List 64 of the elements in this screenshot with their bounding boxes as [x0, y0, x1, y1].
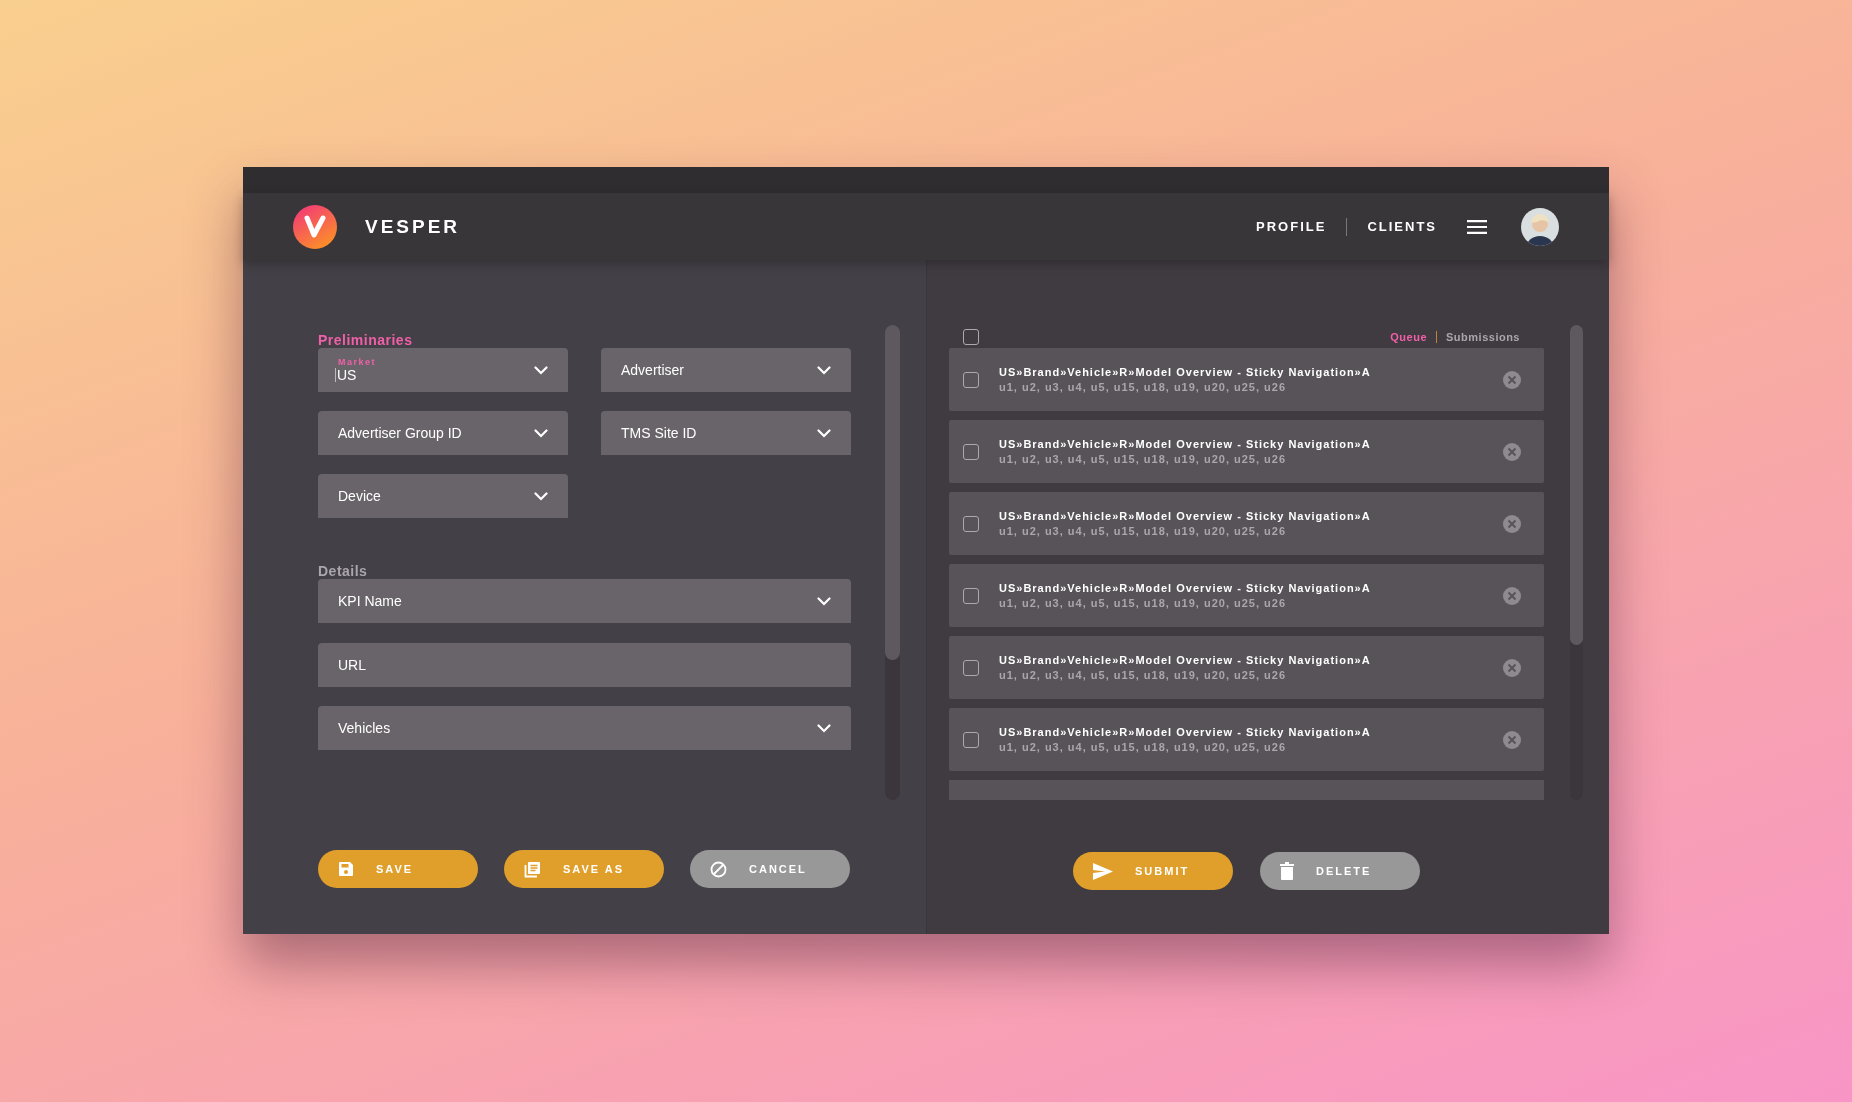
dropdown-field[interactable]: Advertiser	[601, 348, 851, 392]
dropdown-field[interactable]: Market US	[318, 348, 568, 392]
queue-item[interactable]: US»Brand»Vehicle»R»Model Overview - Sticky Navigation»A u1, u2, u3, u4, u5, u15, u18, u19, u20, u25, u26	[949, 348, 1544, 411]
logo-icon	[293, 204, 337, 249]
field-label: Market	[338, 357, 377, 367]
cancel-icon	[710, 860, 727, 878]
remove-icon[interactable]	[1502, 585, 1522, 606]
remove-icon[interactable]	[1502, 441, 1522, 462]
dropdown-field[interactable]: Advertiser Group ID	[318, 411, 568, 455]
chevron-down-icon	[817, 723, 831, 733]
dropdown-field[interactable]: Device	[318, 474, 568, 518]
text-field[interactable]: URL	[318, 643, 851, 687]
item-title: US»Brand»Vehicle»R»Model Overview - Sticky Navigation»A	[999, 510, 1372, 522]
select-all-checkbox[interactable]	[963, 328, 979, 345]
dropdown-field[interactable]: Vehicles	[318, 706, 851, 750]
chevron-down-icon	[817, 428, 831, 438]
item-tags: u1, u2, u3, u4, u5, u15, u18, u19, u20, u25, u26	[999, 597, 1502, 609]
chevron-down-icon	[817, 365, 831, 375]
chevron-down-icon	[817, 596, 831, 606]
item-title: US»Brand»Vehicle»R»Model Overview - Sticky Navigation»A	[999, 654, 1372, 666]
queue-item[interactable]: US»Brand»Vehicle»R»Model Overview - Sticky Navigation»A u1, u2, u3, u4, u5, u15, u18, u19, u20, u25, u26	[949, 708, 1544, 771]
nav-link[interactable]: PROFILE	[1256, 219, 1327, 234]
item-tags: u1, u2, u3, u4, u5, u15, u18, u19, u20, u25, u26	[999, 453, 1502, 465]
remove-icon[interactable]	[1502, 513, 1522, 534]
tab[interactable]: Submissions	[1446, 330, 1520, 343]
dropdown-field[interactable]: KPI Name	[318, 579, 851, 623]
nav-link[interactable]: CLIENTS	[1367, 219, 1437, 234]
dropdown-field[interactable]: TMS Site ID	[601, 411, 851, 455]
remove-icon[interactable]	[1502, 369, 1522, 390]
queue-item[interactable]: US»Brand»Vehicle»R»Model Overview - Sticky Navigation»A u1, u2, u3, u4, u5, u15, u18, u19, u20, u25, u26	[949, 492, 1544, 555]
menu-icon[interactable]	[1467, 219, 1487, 234]
checkbox[interactable]	[963, 515, 979, 532]
chevron-down-icon	[534, 365, 548, 375]
scrollbar[interactable]	[1570, 325, 1583, 800]
app-name: VESPER	[365, 215, 461, 238]
item-tags: u1, u2, u3, u4, u5, u15, u18, u19, u20, u25, u26	[999, 669, 1502, 681]
checkbox[interactable]	[963, 587, 979, 604]
scrollbar[interactable]	[885, 325, 900, 800]
item-title: US»Brand»Vehicle»R»Model Overview - Sticky Navigation»A	[999, 726, 1372, 738]
avatar-icon[interactable]	[1521, 207, 1559, 246]
remove-icon[interactable]	[1502, 657, 1522, 678]
documents-icon	[524, 860, 541, 878]
queue-item[interactable]: US»Brand»Vehicle»R»Model Overview - Sticky Navigation»A u1, u2, u3, u4, u5, u15, u18, u19, u20, u25, u26	[949, 564, 1544, 627]
checkbox[interactable]	[963, 731, 979, 748]
checkbox[interactable]	[963, 443, 979, 460]
section-title: Preliminaries	[318, 331, 414, 348]
item-title: US»Brand»Vehicle»R»Model Overview - Sticky Navigation»A	[999, 582, 1372, 594]
item-tags: u1, u2, u3, u4, u5, u15, u18, u19, u20, u25, u26	[999, 741, 1502, 753]
item-tags: u1, u2, u3, u4, u5, u15, u18, u19, u20, u25, u26	[999, 525, 1502, 537]
tab[interactable]: Queue	[1390, 330, 1428, 343]
item-title: US»Brand»Vehicle»R»Model Overview - Sticky Navigation»A	[999, 366, 1372, 378]
section-title: Details	[318, 562, 369, 579]
chevron-down-icon	[534, 491, 548, 501]
item-title: US»Brand»Vehicle»R»Model Overview - Sticky Navigation»A	[999, 438, 1372, 450]
checkbox[interactable]	[963, 371, 979, 388]
item-tags: u1, u2, u3, u4, u5, u15, u18, u19, u20, u25, u26	[999, 381, 1502, 393]
chevron-down-icon	[534, 428, 548, 438]
field-value: US	[337, 367, 357, 383]
checkbox[interactable]	[963, 659, 979, 676]
queue-item[interactable]: US»Brand»Vehicle»R»Model Overview - Sticky Navigation»A u1, u2, u3, u4, u5, u15, u18, u19, u20, u25, u26	[949, 420, 1544, 483]
send-icon	[1093, 862, 1113, 880]
remove-icon[interactable]	[1502, 729, 1522, 750]
queue-item[interactable]: US»Brand»Vehicle»R»Model Overview - Sticky Navigation»A u1, u2, u3, u4, u5, u15, u18, u19, u20, u25, u26	[949, 636, 1544, 699]
trash-icon	[1280, 862, 1294, 880]
